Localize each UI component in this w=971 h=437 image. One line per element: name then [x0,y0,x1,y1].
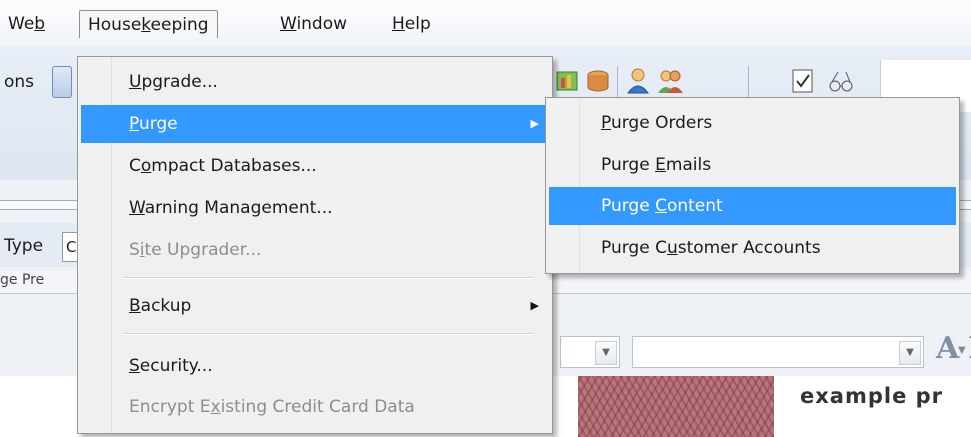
users-group-icon[interactable] [657,66,683,96]
housekeeping-menu: Upgrade... Purge ▶ Compact Databases... W… [77,56,553,434]
menu-separator [123,277,534,279]
chart-icon[interactable] [555,66,581,96]
chevron-right-icon: ▶ [530,117,539,130]
menu-item-encrypt-credit-card-data: Encrypt Existing Credit Card Data [129,397,415,417]
menu-bar: Web Housekeeping Window Help [0,0,971,46]
tab-page-preview[interactable]: ge Pre [0,272,44,288]
menu-item-upgrade[interactable]: Upgrade... [81,63,549,101]
chevron-down-icon[interactable]: ▼ [899,341,921,365]
menu-web[interactable]: Web [0,10,53,38]
menu-item-purge-orders[interactable]: Purge Orders [549,104,956,142]
toolbar-dropdown-button[interactable] [52,66,72,98]
toolbar-separator [748,66,749,98]
glasses-icon[interactable] [828,66,854,96]
menu-item-purge-customer-accounts[interactable]: Purge Customer Accounts [549,229,956,267]
font-color-icon[interactable]: A [936,331,959,366]
menu-item-site-upgrader: Site Upgrader... [129,240,262,260]
menu-item-warning-management[interactable]: Warning Management... [81,189,549,227]
database-icon[interactable] [585,66,611,96]
menu-item-purge-content[interactable]: Purge Content [549,187,956,225]
product-text: example pr [800,384,944,408]
type-label: Type [4,236,44,256]
chevron-down-icon[interactable]: ▼ [595,341,617,365]
toolbar-label: ons [4,72,35,92]
menu-help[interactable]: Help [384,10,439,38]
font-combo[interactable]: ▼ [632,336,924,368]
menu-housekeeping[interactable]: Housekeeping [79,10,218,38]
menu-item-security[interactable]: Security... [81,347,549,385]
purge-submenu: Purge Orders Purge Emails Purge Content … [545,97,960,274]
user-icon[interactable] [625,66,651,96]
chevron-down-icon[interactable]: ▼ [958,345,966,356]
chevron-right-icon: ▶ [530,299,539,312]
menu-item-compact-databases[interactable]: Compact Databases... [81,147,549,185]
menu-item-purge-emails[interactable]: Purge Emails [549,146,956,184]
style-combo[interactable]: ▼ [560,336,620,368]
toolbar-separator [617,66,618,98]
menu-item-backup[interactable]: Backup ▶ [81,287,549,325]
checklist-icon[interactable] [790,66,816,96]
menu-separator [123,333,534,335]
menu-item-purge[interactable]: Purge ▶ [81,105,549,143]
menu-window[interactable]: Window [272,10,355,38]
product-image [578,376,774,437]
